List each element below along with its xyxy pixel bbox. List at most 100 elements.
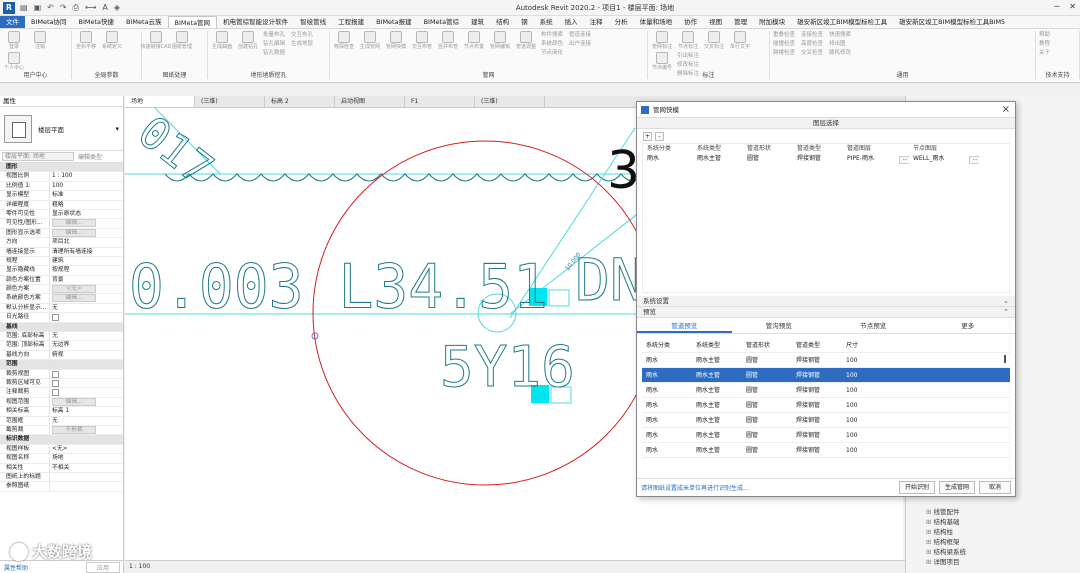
property-row[interactable]: 零件可见性 显示原状态	[0, 209, 123, 220]
ribbon-button[interactable]: 管网标注	[651, 31, 673, 50]
minimize-icon[interactable]: ─	[1054, 2, 1059, 11]
menu-tab-13[interactable]: 系统	[534, 16, 559, 28]
property-checkbox[interactable]	[52, 370, 59, 378]
ribbon-small-button[interactable]: 修改标注	[677, 61, 699, 70]
menu-tab-14[interactable]: 插入	[559, 16, 584, 28]
preview-scrollbar[interactable]	[1004, 355, 1006, 363]
view-tab-4[interactable]: F1	[405, 96, 475, 107]
property-row[interactable]: 裁剪视图	[0, 369, 123, 379]
property-value[interactable]: 显示原状态	[50, 210, 123, 218]
property-row[interactable]: 相关标高 标高 1	[0, 407, 123, 417]
type-selector[interactable]: 楼层平面 ▾	[0, 107, 123, 151]
ribbon-small-button[interactable]: 快速搜索	[829, 31, 851, 40]
property-value[interactable]: <无>	[50, 445, 123, 453]
property-row[interactable]: 图纸上的标题	[0, 472, 123, 483]
property-value[interactable]	[50, 388, 123, 397]
preview-row[interactable]: 雨水 雨水主管 圆管 焊接钢管 100	[642, 398, 1010, 413]
ribbon-button[interactable]: 竖井布管	[437, 31, 459, 63]
chevron-up-icon[interactable]: ⌃	[1003, 307, 1009, 318]
close-window-icon[interactable]: ✕	[1069, 2, 1076, 11]
property-row[interactable]: 比例值 1: 100	[0, 181, 123, 192]
property-row[interactable]: 可见性/图形... 编辑...	[0, 219, 123, 229]
preview-tab-3[interactable]: 更多	[921, 318, 1016, 333]
ribbon-small-button[interactable]: 交叉检查	[801, 49, 823, 58]
ribbon-button[interactable]: 图纸管理	[171, 31, 193, 50]
ribbon-button[interactable]: 节点标注	[677, 31, 699, 50]
menu-tab-7[interactable]: 工程报建	[332, 16, 370, 28]
property-value[interactable]: 建筑	[50, 257, 123, 265]
ribbon-button[interactable]: 节点编号	[651, 52, 673, 84]
property-row[interactable]: 视图样板 <无>	[0, 444, 123, 455]
ribbon-button[interactable]: 管网快模	[385, 31, 407, 63]
property-value[interactable]: <无>	[50, 285, 123, 294]
menu-tab-15[interactable]: 注释	[584, 16, 609, 28]
property-row[interactable]: 注释裁剪	[0, 388, 123, 398]
ribbon-button[interactable]: 坐标平移	[75, 31, 97, 50]
ribbon-small-button[interactable]: 排出图	[829, 40, 851, 49]
property-edit-button[interactable]: 不剪裁	[52, 425, 96, 434]
property-checkbox[interactable]	[52, 389, 59, 397]
browse-button[interactable]: ...	[969, 156, 979, 164]
property-row[interactable]: 规程 建筑	[0, 256, 123, 267]
preview-row[interactable]: 雨水 雨水主管 圆管 焊接钢管 100	[642, 368, 1010, 383]
menu-tab-4[interactable]: BIMeta管网	[167, 16, 218, 28]
property-row[interactable]: 系统颜色方案 编辑...	[0, 294, 123, 304]
browser-tree-item[interactable]: 结构框架	[926, 536, 960, 546]
ribbon-button[interactable]: 节点布置	[463, 31, 485, 63]
menu-tab-0[interactable]: 文件	[0, 16, 25, 28]
menu-tab-18[interactable]: 协作	[678, 16, 703, 28]
layer-row[interactable]: 雨水 雨水主管 圆管 焊接钢管 PIPE-雨水... WELL_雨水...	[643, 154, 1009, 164]
layer-cell[interactable]: PIPE-雨水	[843, 154, 895, 164]
cancel-button[interactable]: 取消	[978, 481, 1011, 494]
property-value[interactable]	[50, 379, 123, 387]
menu-tab-10[interactable]: 建筑	[465, 16, 490, 28]
property-value[interactable]: 场地	[50, 454, 123, 462]
property-row[interactable]: 显示模型 标准	[0, 191, 123, 201]
ribbon-small-button[interactable]: 系统颜色	[541, 40, 563, 49]
menu-tab-19[interactable]: 视图	[703, 16, 728, 28]
menu-tab-1[interactable]: BIMeta协同	[25, 16, 73, 28]
property-value[interactable]: 不相关	[50, 464, 123, 472]
property-value[interactable]	[50, 370, 123, 378]
property-row[interactable]: 详细程度 粗略	[0, 200, 123, 210]
view-tab-0[interactable]: 场地	[125, 96, 195, 107]
property-checkbox[interactable]	[52, 379, 59, 387]
browser-tree-item[interactable]: 结构柱	[926, 526, 954, 536]
browser-tree-item[interactable]: 线管配件	[926, 506, 960, 516]
close-icon[interactable]: ×	[1002, 102, 1010, 118]
property-value[interactable]: 1 : 100	[50, 172, 123, 180]
view-tab-5[interactable]: (三维)	[475, 96, 545, 107]
ribbon-small-button[interactable]: 碰撞检查	[773, 40, 795, 49]
redo-icon[interactable]: ↷	[60, 3, 67, 13]
remove-row-button[interactable]: -	[655, 132, 664, 141]
property-value[interactable]	[50, 473, 123, 481]
menu-tab-23[interactable]: 雄安新区竣工BIM模型标检工具BIM5	[893, 16, 1011, 28]
ribbon-small-button[interactable]: 节点简化	[541, 49, 563, 58]
instance-filter-dropdown[interactable]: 楼层平面: 场地	[2, 152, 74, 161]
system-settings-header[interactable]: 系统设置 ⌄	[637, 296, 1015, 307]
ribbon-button[interactable]: 管道调整	[515, 31, 537, 63]
menu-tab-11[interactable]: 结构	[490, 16, 515, 28]
browser-tree-item[interactable]: 详图项目	[926, 556, 960, 566]
ribbon-small-button[interactable]: 随机修改	[829, 49, 851, 58]
property-row[interactable]: 墙连接显示 清理所有墙连接	[0, 247, 123, 257]
property-row[interactable]: 基线方向 俯视	[0, 350, 123, 361]
open-icon[interactable]: ▤	[20, 3, 28, 13]
menu-tab-3[interactable]: BIMeta云族	[120, 16, 168, 28]
browser-tree-item[interactable]: 结构基础	[926, 516, 960, 526]
start-recognition-button[interactable]: 开始识别	[898, 481, 935, 494]
browser-tree-item[interactable]: 结构梁系统	[926, 546, 967, 556]
view-tab-1[interactable]: (三维)	[195, 96, 265, 107]
property-value[interactable]: 清理所有墙连接	[50, 248, 123, 256]
property-row[interactable]: 视图名称 场地	[0, 454, 123, 464]
property-row[interactable]: 视图比例 1 : 100	[0, 172, 123, 182]
property-row[interactable]: 显示隐藏线 按规程	[0, 266, 123, 276]
preview-row[interactable]: 雨水 雨水主管 圆管 焊接钢管 100	[642, 413, 1010, 428]
property-edit-button[interactable]: 编辑...	[52, 228, 96, 237]
ribbon-small-button[interactable]: 生成地层	[291, 40, 313, 49]
edit-type-button[interactable]: 编辑类型	[78, 152, 102, 161]
print-icon[interactable]: ⎙	[73, 3, 79, 13]
layer-cell[interactable]: WELL_雨水	[909, 154, 965, 164]
ribbon-small-button[interactable]: 连接检查	[801, 31, 823, 40]
ribbon-button[interactable]: 管网编辑	[489, 31, 511, 63]
